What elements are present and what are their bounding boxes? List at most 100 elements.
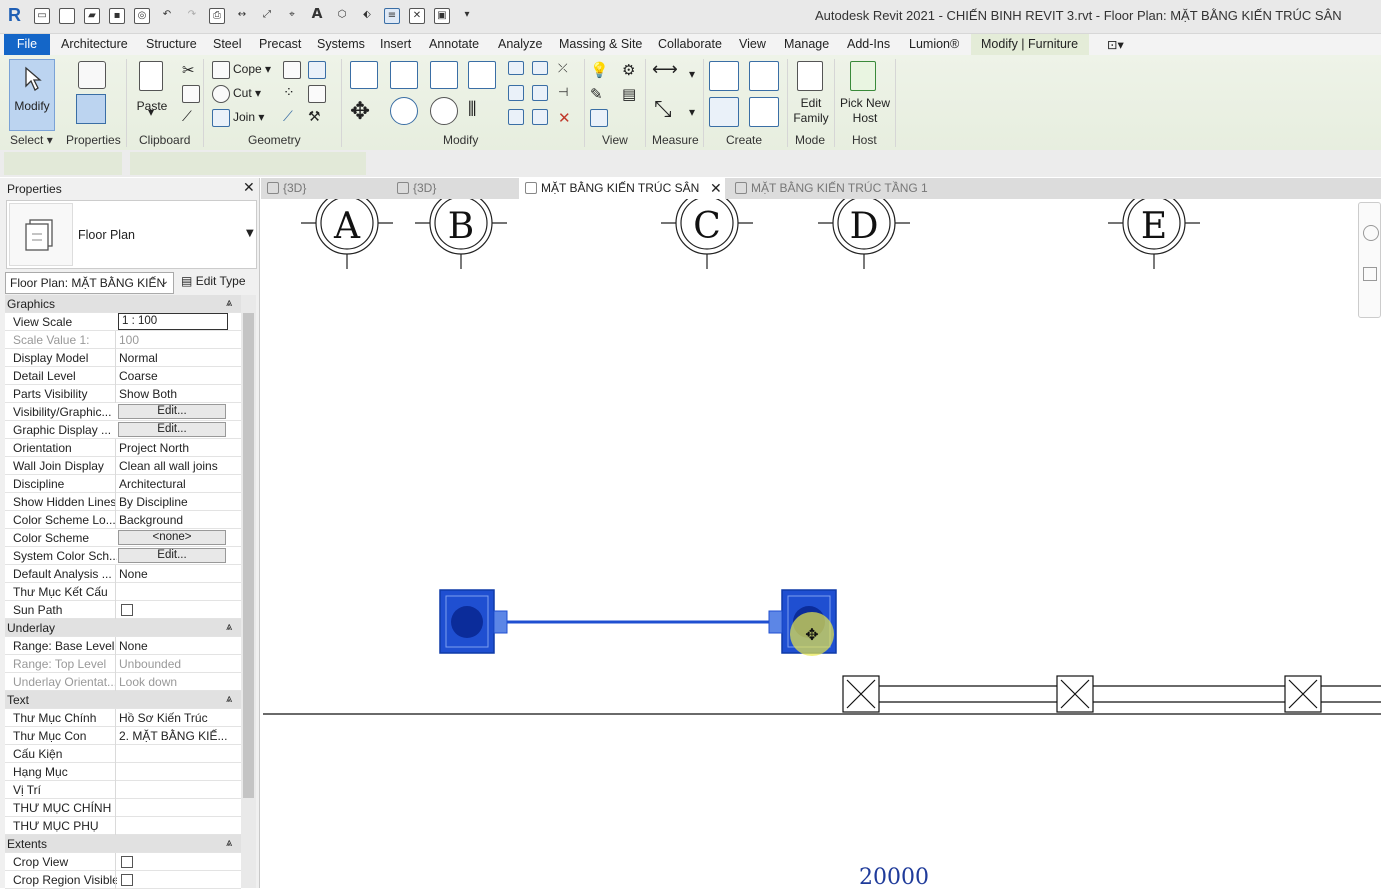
property-row[interactable]: Thư Mục Con 2. MẶT BẰNG KIẾ... (5, 727, 241, 745)
section-text[interactable]: Text ⩓ (5, 691, 241, 709)
pick-new-host-button[interactable]: Pick New Host (838, 59, 892, 129)
text-icon[interactable]: A (309, 8, 325, 24)
edit-button[interactable]: Edit... (118, 422, 226, 437)
section-graphics[interactable]: Graphics ⩓ (5, 295, 241, 313)
tab-file[interactable]: File (4, 34, 50, 55)
wall-joins-icon[interactable] (283, 61, 301, 79)
create-similar-icon[interactable] (749, 97, 779, 127)
linework-icon[interactable]: ✎ (590, 85, 608, 103)
chevron-down-icon[interactable]: ▼ (246, 228, 254, 239)
demolish-icon[interactable] (308, 85, 326, 103)
scale-icon[interactable] (532, 85, 548, 101)
property-row[interactable]: Range: Base Level None (5, 637, 241, 655)
tab-insert[interactable]: Insert (380, 37, 411, 51)
revit-logo[interactable]: R (8, 5, 26, 27)
tab-mat-bang-kien-truc-san[interactable]: MẶT BẰNG KIẾN TRÚC SÂN ✕ (519, 178, 725, 199)
section-underlay[interactable]: Underlay ⩓ (5, 619, 241, 637)
align-large-icon[interactable] (350, 61, 378, 89)
join-button[interactable]: Join ▾ (233, 110, 264, 124)
drawing-canvas[interactable]: A B C D E ✥ 20000 (261, 199, 1381, 888)
cut-icon[interactable]: ✂ (182, 61, 200, 79)
trim-icon[interactable]: ⚒ (308, 109, 326, 127)
zoom-icon[interactable] (1363, 267, 1377, 281)
cope-button[interactable]: Cope ▾ (233, 62, 271, 76)
property-row[interactable]: THƯ MỤC CHÍNH (5, 799, 241, 817)
crop-region-visible-checkbox[interactable] (121, 874, 133, 886)
property-row[interactable]: System Color Sch... Edit... (5, 547, 241, 565)
new-icon[interactable] (59, 8, 75, 24)
property-row[interactable]: Thư Mục Kết Cấu (5, 583, 241, 601)
mirror-axis-icon[interactable] (430, 61, 458, 89)
extend-multiple-icon[interactable] (532, 109, 548, 125)
cope-icon[interactable] (212, 61, 230, 79)
measure-between-icon[interactable]: ⟷ (652, 61, 684, 79)
aligned-dimension-icon[interactable]: ⤢ (259, 8, 275, 24)
paint-icon[interactable] (308, 61, 326, 79)
trim-extend-icon[interactable]: ⫴ (468, 97, 496, 125)
sun-path-checkbox[interactable] (121, 604, 133, 616)
property-row[interactable]: Parts Visibility Show Both (5, 385, 241, 403)
close-tab-icon[interactable]: ✕ (710, 180, 722, 197)
property-row[interactable]: Crop View (5, 853, 241, 871)
create-parts-icon[interactable] (749, 61, 779, 91)
copy-element-icon[interactable] (390, 97, 418, 125)
tab-manage[interactable]: Manage (784, 37, 829, 51)
property-row[interactable]: Default Analysis ... None (5, 565, 241, 583)
cut-geometry-icon[interactable] (212, 85, 230, 103)
view-scale-input[interactable]: 1 : 100 (118, 313, 228, 330)
match-properties-icon[interactable]: ⟋ (182, 109, 200, 127)
create-group-icon[interactable] (709, 97, 739, 127)
edit-button[interactable]: Edit... (118, 548, 226, 563)
aligned-dimension-tool-icon[interactable]: ⤡ (654, 97, 684, 127)
section-extents[interactable]: Extents ⩓ (5, 835, 241, 853)
tag-icon[interactable]: ⌖ (284, 8, 300, 24)
sync-icon[interactable]: ◎ (134, 8, 150, 24)
thin-lines-icon[interactable]: ≡ (384, 8, 400, 24)
tab-precast[interactable]: Precast (259, 37, 301, 51)
ribbon-minimize-icon[interactable]: ⊡▾ (1107, 37, 1124, 52)
split-face-icon[interactable]: ⁘ (283, 85, 301, 103)
property-row[interactable]: Sun Path (5, 601, 241, 619)
property-row[interactable]: Hạng Mục (5, 763, 241, 781)
copy-icon[interactable] (182, 85, 200, 103)
property-row[interactable]: Thư Mục Chính Hồ Sơ Kiến Trúc (5, 709, 241, 727)
property-row[interactable]: Visibility/Graphic... Edit... (5, 403, 241, 421)
tab-mat-bang-kien-truc-tang-1[interactable]: MẶT BẰNG KIẾN TRÚC TẦNG 1 (729, 178, 949, 199)
customize-qat-icon[interactable]: ▾ (459, 8, 475, 24)
tab-3d-1[interactable]: {3D} (261, 178, 391, 199)
cut-geometry-button[interactable]: Cut ▾ (233, 86, 261, 100)
print-icon[interactable]: ⎙ (209, 8, 225, 24)
tab-annotate[interactable]: Annotate (429, 37, 479, 51)
property-row[interactable]: Color Scheme Lo... Background (5, 511, 241, 529)
properties-button[interactable] (72, 59, 112, 129)
pin-icon[interactable]: ⊣ (558, 85, 574, 101)
tab-architecture[interactable]: Architecture (61, 37, 128, 51)
property-row[interactable]: Color Scheme <none> (5, 529, 241, 547)
undo-icon[interactable]: ↶ (159, 8, 175, 24)
temporary-hide-icon[interactable] (590, 109, 608, 127)
tab-view[interactable]: View (739, 37, 766, 51)
panel-select[interactable]: Select ▾ (10, 133, 53, 147)
property-row[interactable]: Cấu Kiện (5, 745, 241, 763)
move-icon[interactable]: ✥ (350, 97, 380, 127)
steering-wheel-icon[interactable] (1363, 225, 1379, 241)
unpin-icon[interactable]: ⤫ (558, 61, 574, 75)
join-icon[interactable] (212, 109, 230, 127)
delete-icon[interactable]: ✕ (558, 109, 574, 127)
tab-structure[interactable]: Structure (146, 37, 197, 51)
folder-icon[interactable]: ▰ (84, 8, 100, 24)
tab-steel[interactable]: Steel (213, 37, 242, 51)
color-scheme-button[interactable]: <none> (118, 530, 226, 545)
tab-lumion[interactable]: Lumion® (909, 37, 959, 51)
split-gap-icon[interactable] (532, 61, 548, 75)
open-icon[interactable]: ▭ (34, 8, 50, 24)
selection-box-icon[interactable]: ▤ (622, 85, 640, 103)
section-icon[interactable]: ⬖ (359, 8, 375, 24)
offset-icon[interactable] (390, 61, 418, 89)
close-icon[interactable]: ✕ (243, 179, 255, 196)
modify-button[interactable]: Modify (9, 59, 55, 131)
align-icon[interactable]: ⟋ (283, 109, 301, 127)
3d-view-icon[interactable]: ⬡ (334, 8, 350, 24)
property-row[interactable]: Wall Join Display Clean all wall joins (5, 457, 241, 475)
override-graphics-icon[interactable]: 💡 (590, 61, 609, 79)
